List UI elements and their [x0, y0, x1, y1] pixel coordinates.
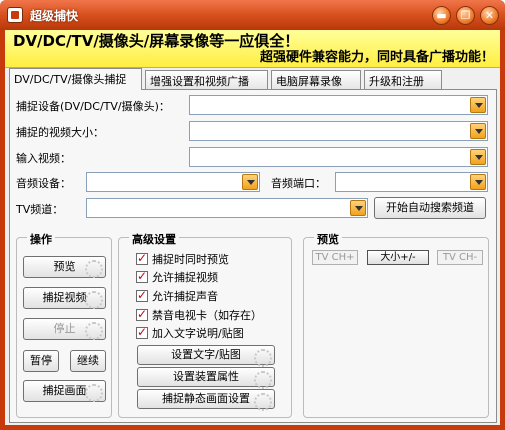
tab-enhanced-broadcast[interactable]: 增强设置和视频广播: [145, 70, 268, 89]
checkbox-checked-icon[interactable]: [136, 251, 148, 265]
tab-upgrade-register[interactable]: 升级和注册: [364, 70, 442, 89]
checkbox-checked-icon[interactable]: [136, 325, 148, 339]
capture-frame-button[interactable]: 捕捉画面: [23, 380, 106, 402]
pause-button[interactable]: 暂停: [23, 350, 59, 372]
slogan-line-1: DV/DC/TV/摄像头/屏幕录像等一应俱全！: [13, 32, 300, 50]
audio-device-label: 音频设备：: [16, 177, 71, 190]
chevron-down-icon[interactable]: [470, 149, 486, 165]
checkbox-checked-icon[interactable]: [136, 269, 148, 283]
preview-group: 预览 TV CH+ 大小+/- TV CH-: [303, 231, 489, 418]
audio-device-select[interactable]: [86, 172, 260, 192]
tv-channel-select[interactable]: [86, 198, 368, 218]
chevron-down-icon[interactable]: [470, 97, 486, 113]
audio-port-label: 音频端口：: [271, 177, 326, 190]
size-select[interactable]: [189, 121, 488, 141]
option-label: 允许捕捉声音: [152, 290, 218, 303]
size-label: 捕捉的视频大小：: [16, 126, 104, 139]
client-area: DV/DC/TV/摄像头/屏幕录像等一应俱全！ 超强硬件兼容能力，同时具备广播功…: [5, 30, 500, 425]
audio-port-select[interactable]: [335, 172, 488, 192]
title-bar[interactable]: 超级捕快 ▬ ❐ ✕: [0, 0, 505, 30]
set-text-overlay-button[interactable]: 设置文字/贴图: [137, 345, 275, 367]
option-add-text-overlay[interactable]: 加入文字说明/贴图: [136, 325, 244, 341]
stop-button[interactable]: 停止: [23, 318, 106, 340]
preview-button[interactable]: 预览: [23, 256, 106, 278]
option-allow-capture-audio[interactable]: 允许捕捉声音: [136, 288, 218, 304]
option-label: 加入文字说明/贴图: [152, 327, 244, 340]
capture-video-button[interactable]: 捕捉视频: [23, 287, 106, 309]
close-icon[interactable]: ✕: [480, 6, 499, 25]
device-properties-button[interactable]: 设置装置属性: [137, 367, 275, 389]
option-label: 禁音电视卡（如存在）: [152, 309, 262, 322]
auto-search-channels-button[interactable]: 开始自动搜索频道: [374, 197, 486, 219]
input-video-select[interactable]: [189, 147, 488, 167]
tab-capture[interactable]: DV/DC/TV/摄像头捕捉: [9, 68, 142, 90]
slogan-line-2: 超强硬件兼容能力，同时具备广播功能！: [259, 50, 494, 65]
option-label: 捕捉时同时预览: [152, 253, 229, 266]
chevron-down-icon[interactable]: [470, 174, 486, 190]
option-mute-tv-card[interactable]: 禁音电视卡（如存在）: [136, 307, 262, 323]
tab-screen-record[interactable]: 电脑屏幕录像: [271, 70, 361, 89]
checkbox-checked-icon[interactable]: [136, 288, 148, 302]
capture-panel: 捕捉设备(DV/DC/TV/摄像头)： 捕捉的视频大小： 输入视频： 音频设备：…: [9, 89, 497, 423]
chevron-down-icon[interactable]: [470, 123, 486, 139]
app-window: 超级捕快 ▬ ❐ ✕ DV/DC/TV/摄像头/屏幕录像等一应俱全！ 超强硬件兼…: [0, 0, 505, 430]
preview-group-title: 预览: [314, 231, 342, 247]
slogan-banner: DV/DC/TV/摄像头/屏幕录像等一应俱全！ 超强硬件兼容能力，同时具备广播功…: [5, 30, 500, 68]
operation-group-title: 操作: [27, 231, 55, 247]
tv-channel-down-button[interactable]: TV CH-: [437, 250, 483, 265]
size-toggle-button[interactable]: 大小+/-: [367, 250, 429, 265]
resume-button[interactable]: 继续: [70, 350, 106, 372]
app-logo-icon: [7, 7, 23, 23]
checkbox-checked-icon[interactable]: [136, 307, 148, 321]
device-label: 捕捉设备(DV/DC/TV/摄像头)：: [16, 100, 170, 113]
option-preview-while-capture[interactable]: 捕捉时同时预览: [136, 251, 229, 267]
device-select[interactable]: [189, 95, 488, 115]
operation-group: 操作 预览 捕捉视频 停止 暂停 继续 捕捉画面: [16, 231, 112, 418]
advanced-settings-group: 高级设置 捕捉时同时预览 允许捕捉视频 允许捕捉声音 禁音电视卡（如存在） 加入…: [118, 231, 292, 418]
window-title: 超级捕快: [30, 9, 79, 23]
option-label: 允许捕捉视频: [152, 271, 218, 284]
tv-channel-label: TV频道：: [16, 203, 64, 216]
advanced-settings-title: 高级设置: [129, 231, 179, 247]
input-video-label: 输入视频：: [16, 152, 71, 165]
option-allow-capture-video[interactable]: 允许捕捉视频: [136, 269, 218, 285]
tv-channel-up-button[interactable]: TV CH+: [312, 250, 358, 265]
minimize-icon[interactable]: ▬: [432, 6, 451, 25]
still-capture-settings-button[interactable]: 捕捉静态画面设置: [137, 389, 275, 411]
preview-area: [312, 272, 483, 410]
chevron-down-icon[interactable]: [350, 200, 366, 216]
maximize-icon[interactable]: ❐: [456, 6, 475, 25]
chevron-down-icon[interactable]: [242, 174, 258, 190]
